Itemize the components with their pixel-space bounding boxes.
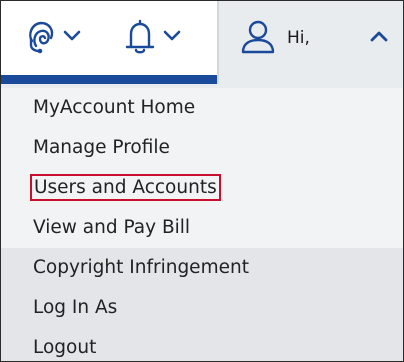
user-icon: [241, 20, 275, 54]
support-menu-button[interactable]: [23, 19, 85, 55]
menu-item-copyright-infringement[interactable]: Copyright Infringement: [1, 248, 403, 288]
menu-item-label: MyAccount Home: [33, 97, 196, 118]
notifications-menu-button[interactable]: [123, 19, 185, 55]
menu-item-manage-profile[interactable]: Manage Profile: [1, 128, 403, 168]
active-tab-indicator: [1, 75, 217, 84]
utility-icons-section: [1, 1, 217, 84]
menu-item-logout[interactable]: Logout: [1, 328, 403, 361]
menu-item-label: Copyright Infringement: [33, 257, 249, 278]
chevron-down-icon: [63, 30, 81, 41]
menu-item-myaccount-home[interactable]: MyAccount Home: [1, 88, 403, 128]
menu-item-label: Log In As: [33, 297, 118, 318]
menu-item-log-in-as[interactable]: Log In As: [1, 288, 403, 328]
chevron-down-icon: [163, 30, 181, 41]
menu-item-view-and-pay-bill[interactable]: View and Pay Bill: [1, 208, 403, 248]
user-menu-toggle[interactable]: Hi,: [239, 19, 399, 55]
account-dropdown-menu: MyAccount Home Manage Profile Users and …: [1, 84, 403, 361]
chevron-up-icon: [370, 31, 388, 42]
menu-item-label: Manage Profile: [33, 137, 170, 158]
menu-item-users-and-accounts[interactable]: Users and Accounts: [1, 168, 403, 208]
account-dropdown-screen: Hi, MyAccount Home Manage Profile Users …: [0, 0, 404, 362]
support-headset-icon: [29, 21, 54, 54]
top-navigation-bar: Hi,: [1, 1, 403, 84]
bell-icon: [125, 19, 155, 54]
menu-item-label: View and Pay Bill: [33, 217, 191, 238]
user-section: Hi,: [219, 1, 403, 84]
menu-item-label: Logout: [33, 337, 97, 358]
menu-item-label: Users and Accounts: [30, 174, 221, 201]
user-greeting: Hi,: [287, 28, 310, 48]
